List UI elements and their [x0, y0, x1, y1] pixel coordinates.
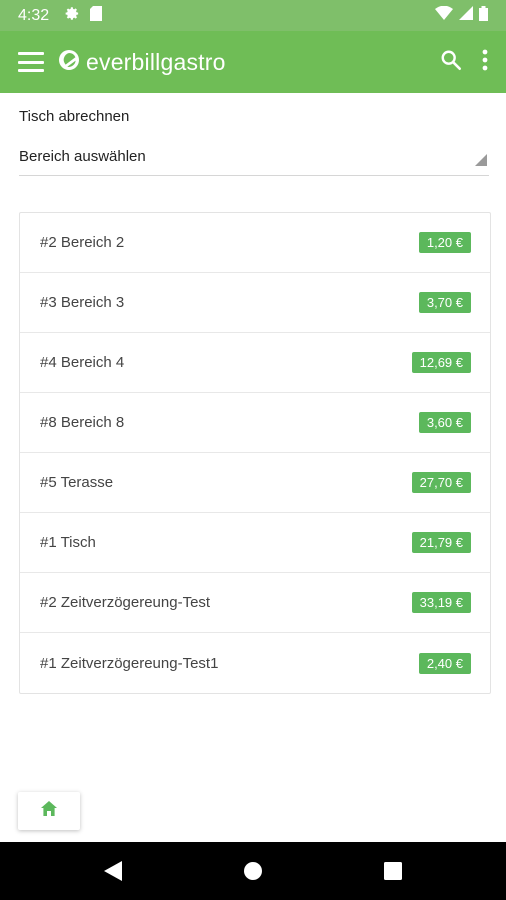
home-button[interactable]	[18, 792, 80, 830]
signal-icon	[459, 6, 473, 25]
gear-icon	[65, 6, 80, 26]
list-item[interactable]: #1 Zeitverzögereung-Test1 2,40 €	[20, 633, 490, 693]
table-name: #1 Tisch	[40, 534, 96, 551]
table-name: #1 Zeitverzögereung-Test1	[40, 654, 219, 672]
amount-badge: 21,79 €	[411, 532, 471, 553]
amount-badge: 33,19 €	[411, 592, 471, 613]
amount-badge: 1,20 €	[418, 232, 471, 253]
amount-badge: 12,69 €	[411, 352, 471, 373]
battery-icon	[479, 5, 488, 26]
logo-text: everbillgastro	[86, 48, 226, 75]
home-icon	[41, 801, 57, 821]
table-name: #5 Terasse	[40, 474, 114, 491]
list-item[interactable]: #1 Tisch 21,79 €	[20, 513, 490, 573]
wifi-icon	[435, 5, 453, 25]
more-vert-icon[interactable]	[482, 49, 488, 76]
menu-icon[interactable]	[18, 52, 44, 72]
status-time: 4:32	[18, 6, 50, 24]
table-name: #2 Zeitverzögereung-Test	[40, 594, 211, 611]
area-select-value: Bereich auswählen	[19, 148, 146, 165]
table-list: #2 Bereich 2 1,20 € #3 Bereich 3 3,70 € …	[19, 212, 491, 694]
list-item[interactable]: #4 Bereich 4 12,69 €	[20, 333, 490, 393]
amount-badge: 3,70 €	[418, 292, 471, 313]
amount-badge: 3,60 €	[418, 412, 471, 433]
table-name: #2 Bereich 2	[40, 234, 125, 251]
amount-badge: 27,70 €	[411, 472, 471, 493]
list-item[interactable]: #2 Bereich 2 1,20 €	[20, 213, 490, 273]
system-nav-bar	[0, 842, 506, 900]
status-bar: 4:32	[0, 0, 506, 31]
back-icon[interactable]	[43, 861, 183, 881]
list-item[interactable]: #8 Bereich 8 3,60 €	[20, 393, 490, 453]
page-title: Tisch abrechnen	[19, 108, 130, 125]
area-select[interactable]: Bereich auswählen	[19, 138, 489, 176]
logo-mark-icon	[58, 49, 80, 76]
list-item[interactable]: #2 Zeitverzögereung-Test 33,19 €	[20, 573, 490, 633]
table-name: #4 Bereich 4	[40, 354, 125, 371]
dropdown-caret-icon	[475, 153, 487, 166]
sd-card-icon	[90, 5, 103, 26]
app-logo: everbillgastro	[58, 49, 226, 76]
app-bar: everbillgastro	[0, 31, 506, 93]
table-name: #8 Bereich 8	[40, 414, 125, 431]
amount-badge: 2,40 €	[418, 652, 471, 674]
home-circle-icon[interactable]	[183, 861, 323, 881]
recents-square-icon[interactable]	[323, 862, 463, 880]
search-icon[interactable]	[440, 49, 462, 76]
list-item[interactable]: #5 Terasse 27,70 €	[20, 453, 490, 513]
list-item[interactable]: #3 Bereich 3 3,70 €	[20, 273, 490, 333]
table-name: #3 Bereich 3	[40, 294, 125, 311]
